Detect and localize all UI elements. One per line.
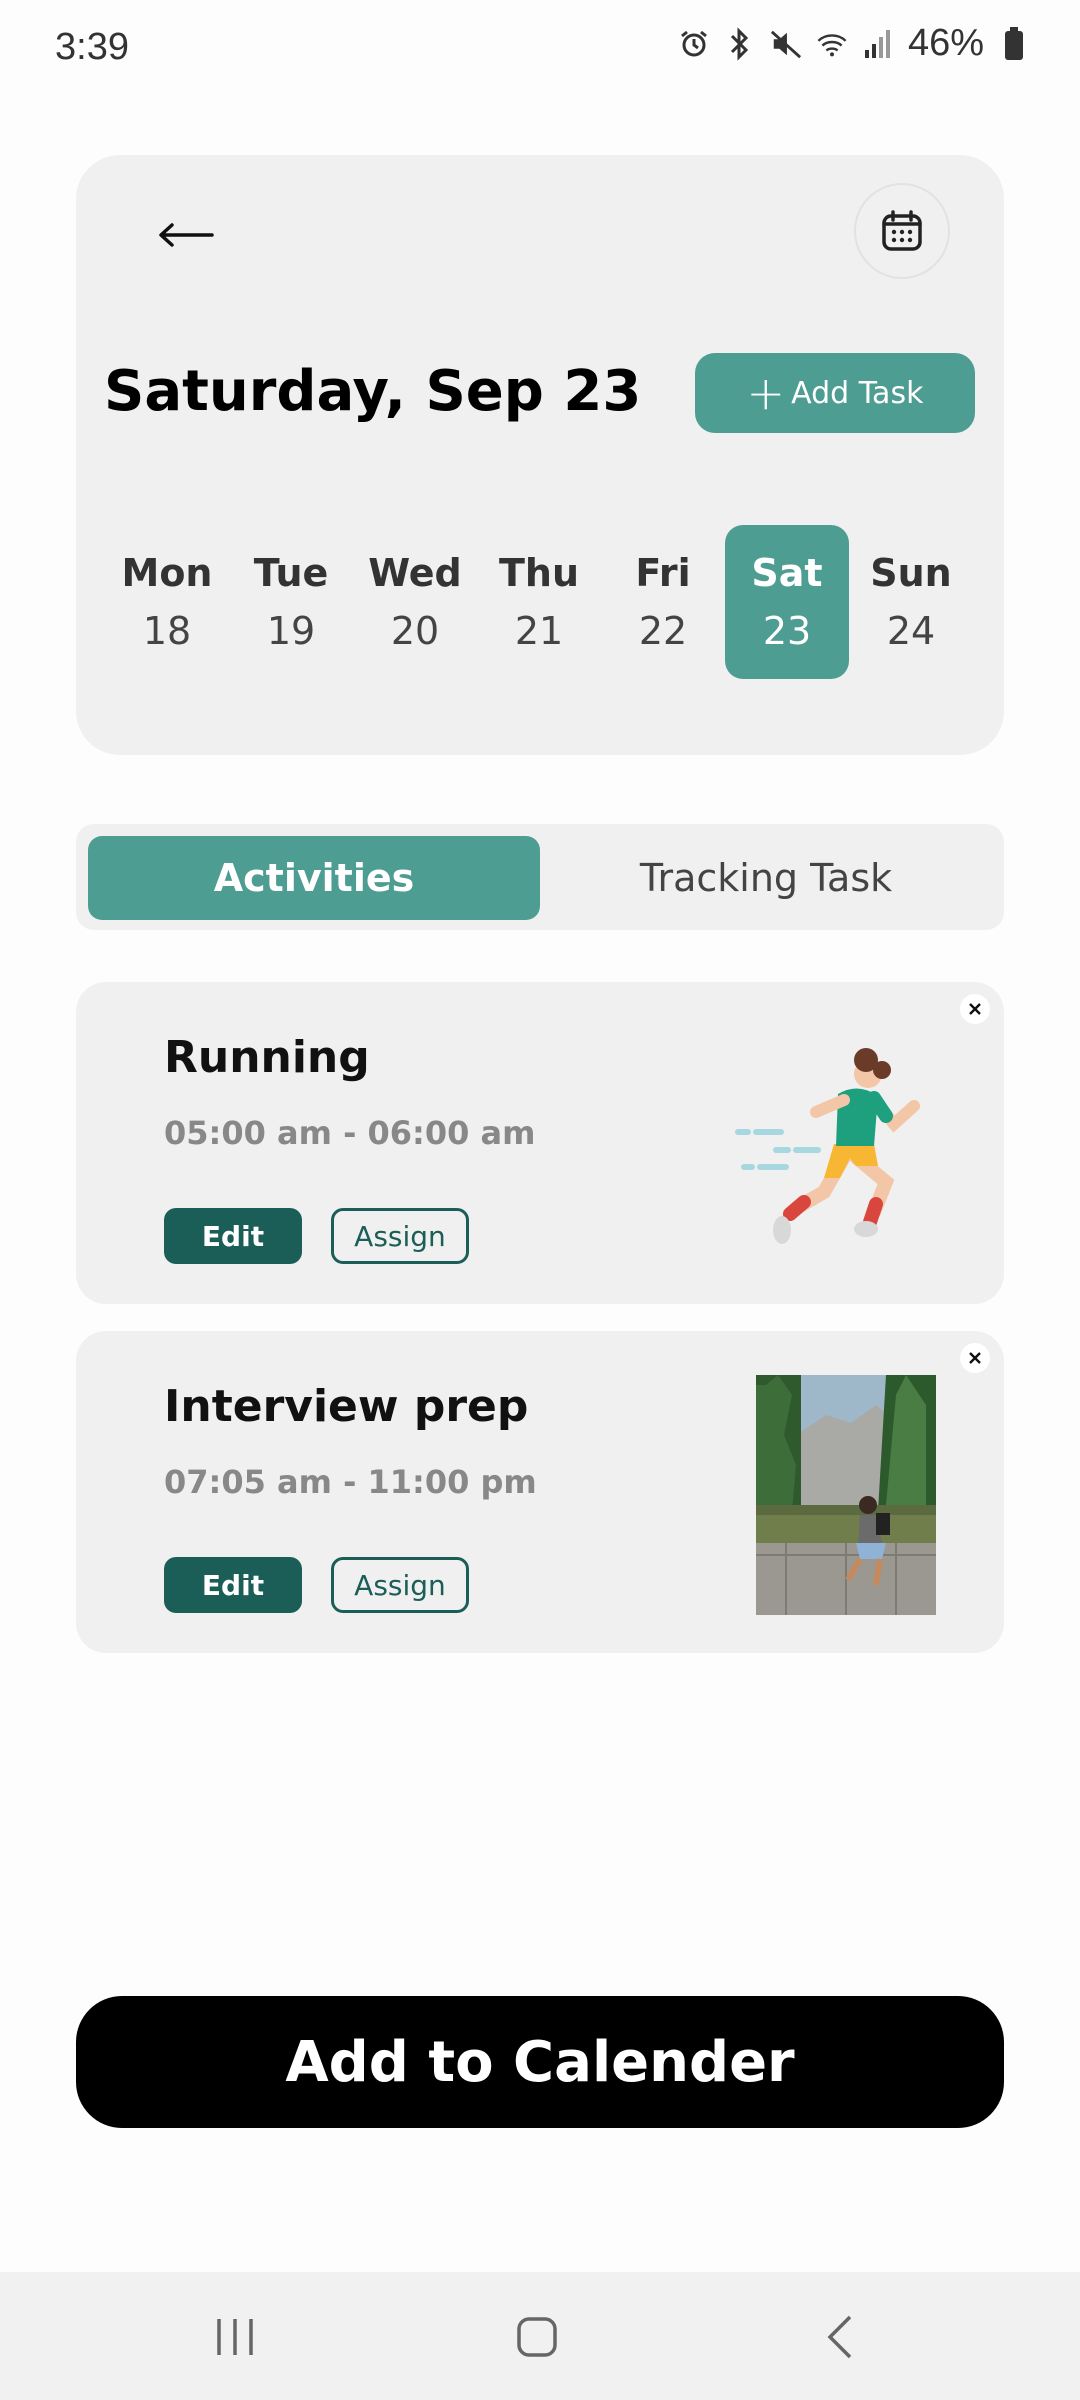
back-nav-button[interactable] [800, 2302, 880, 2372]
day-mon[interactable]: Mon 18 [105, 525, 229, 679]
day-name: Fri [635, 551, 691, 595]
edit-button[interactable]: Edit [164, 1557, 302, 1613]
day-thu[interactable]: Thu 21 [477, 525, 601, 679]
day-number: 19 [266, 609, 316, 653]
day-wed[interactable]: Wed 20 [353, 525, 477, 679]
tab-tracking-task[interactable]: Tracking Task [540, 836, 992, 920]
add-to-calendar-button[interactable]: Add to Calender [76, 1996, 1004, 2128]
status-bar: 3:39 46% [0, 0, 1080, 96]
battery-icon [998, 24, 1030, 64]
system-nav-bar [0, 2272, 1080, 2400]
alarm-icon [678, 24, 710, 64]
wifi-icon [816, 24, 848, 64]
activity-card: Interview prep 07:05 am - 11:00 pm Edit … [76, 1331, 1004, 1653]
arrow-left-icon [159, 223, 214, 247]
day-name: Mon [121, 551, 213, 595]
day-number: 18 [142, 609, 192, 653]
calendar-icon [882, 210, 922, 251]
screen: 3:39 46% Saturday, Sep 23 + Add Task Mon… [0, 0, 1080, 2400]
status-icons: 46% [678, 22, 1030, 65]
day-number: 24 [886, 609, 936, 653]
hiker-photo [756, 1375, 936, 1615]
add-task-button[interactable]: + Add Task [695, 353, 975, 433]
back-button[interactable] [146, 205, 226, 265]
home-button[interactable] [497, 2302, 577, 2372]
page-title: Saturday, Sep 23 [104, 359, 642, 424]
day-tue[interactable]: Tue 19 [229, 525, 353, 679]
plus-icon: + [746, 366, 786, 420]
recent-apps-button[interactable] [195, 2302, 275, 2372]
add-task-label: Add Task [791, 375, 924, 411]
bluetooth-icon [724, 24, 756, 64]
battery-percent: 46% [907, 22, 984, 64]
day-name: Thu [498, 551, 580, 595]
close-icon[interactable] [960, 994, 990, 1024]
week-strip: Mon 18 Tue 19 Wed 20 Thu 21 Fri 22 Sat 2… [76, 525, 1004, 679]
day-name: Tue [253, 551, 329, 595]
recent-apps-icon [217, 2319, 253, 2355]
day-sat-selected[interactable]: Sat 23 [725, 525, 849, 679]
tab-bar: Activities Tracking Task [76, 824, 1004, 930]
activity-card: Running 05:00 am - 06:00 am Edit Assign [76, 982, 1004, 1304]
tab-activities[interactable]: Activities [88, 836, 540, 920]
assign-button[interactable]: Assign [331, 1208, 469, 1264]
chevron-left-icon [827, 2315, 852, 2359]
day-number: 22 [638, 609, 688, 653]
calendar-button[interactable] [854, 183, 950, 279]
status-time: 3:39 [55, 26, 129, 68]
mute-icon [770, 24, 802, 64]
day-fri[interactable]: Fri 22 [601, 525, 725, 679]
activity-time: 05:00 am - 06:00 am [164, 1114, 536, 1152]
signal-icon [862, 24, 894, 64]
day-number: 21 [514, 609, 564, 653]
day-number: 20 [390, 609, 440, 653]
day-name: Wed [368, 551, 462, 595]
close-icon[interactable] [960, 1343, 990, 1373]
assign-button[interactable]: Assign [331, 1557, 469, 1613]
activity-time: 07:05 am - 11:00 pm [164, 1463, 537, 1501]
home-icon [517, 2317, 557, 2357]
day-number: 23 [762, 609, 812, 653]
day-name: Sat [751, 551, 823, 595]
edit-button[interactable]: Edit [164, 1208, 302, 1264]
activity-title: Running [164, 1032, 370, 1083]
day-sun[interactable]: Sun 24 [849, 525, 973, 679]
date-header-card: Saturday, Sep 23 + Add Task Mon 18 Tue 1… [76, 155, 1004, 755]
runner-illustration [735, 1048, 920, 1244]
day-name: Sun [870, 551, 952, 595]
activity-title: Interview prep [164, 1381, 529, 1432]
